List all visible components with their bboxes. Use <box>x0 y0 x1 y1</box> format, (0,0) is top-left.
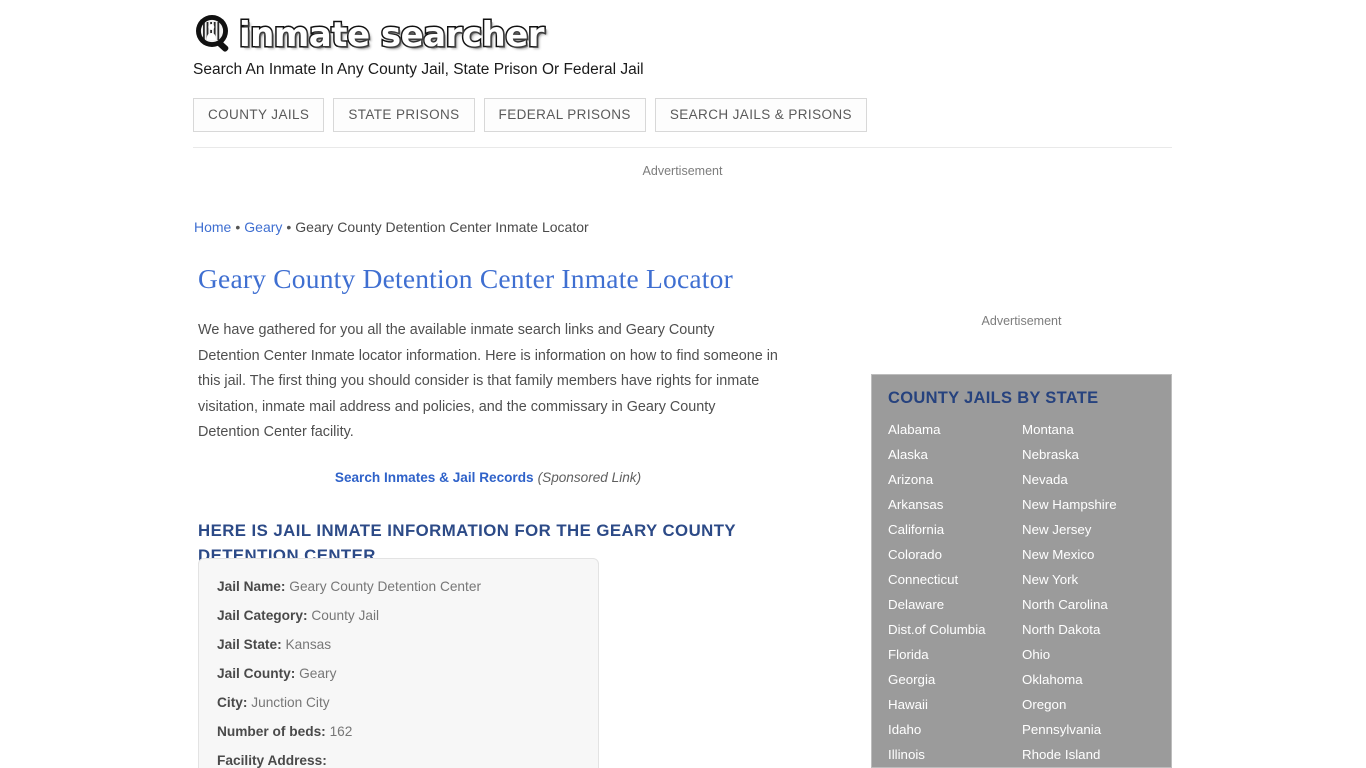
info-value: Geary <box>299 666 337 681</box>
state-link-north-carolina[interactable]: North Carolina <box>1022 592 1157 617</box>
info-label: Jail State: <box>217 637 282 652</box>
info-value: 162 <box>329 724 353 739</box>
breadcrumb-separator-2: • <box>286 219 292 235</box>
state-link-illinois[interactable]: Illinois <box>888 742 1022 767</box>
site-wordmark: inmate searcher <box>237 15 546 55</box>
state-link-idaho[interactable]: Idaho <box>888 717 1022 742</box>
page-root: inmate searcher Search An Inmate In Any … <box>0 0 1366 768</box>
nav-county-jails[interactable]: COUNTY JAILS <box>193 98 325 132</box>
state-link-ohio[interactable]: Ohio <box>1022 642 1157 667</box>
logo-row[interactable]: inmate searcher <box>193 12 1173 58</box>
info-label: Jail County: <box>217 666 296 681</box>
main-content: Geary County Detention Center Inmate Loc… <box>198 262 798 568</box>
top-advertisement-label: Advertisement <box>642 164 723 178</box>
search-inmates-records-link[interactable]: Search Inmates & Jail Records <box>335 470 534 485</box>
info-label: Number of beds: <box>217 724 326 739</box>
state-link-oregon[interactable]: Oregon <box>1022 692 1157 717</box>
info-label: Jail Name: <box>217 579 286 594</box>
breadcrumb-current: Geary County Detention Center Inmate Loc… <box>295 219 589 235</box>
state-link-florida[interactable]: Florida <box>888 642 1022 667</box>
state-link-rhode-island[interactable]: Rhode Island <box>1022 742 1157 767</box>
page-title: Geary County Detention Center Inmate Loc… <box>198 263 733 294</box>
breadcrumb: Home • Geary • Geary County Detention Center… <box>194 219 589 236</box>
state-link-nevada[interactable]: Nevada <box>1022 467 1157 492</box>
jail-info-card: Jail Name: Geary County Detention Center… <box>198 558 599 768</box>
info-value: Geary County Detention Center <box>289 579 482 594</box>
state-link-north-dakota[interactable]: North Dakota <box>1022 617 1157 642</box>
site-tagline: Search An Inmate In Any County Jail, Sta… <box>193 61 644 78</box>
state-link-dist-of-columbia[interactable]: Dist.of Columbia <box>888 617 1022 642</box>
info-label: City: <box>217 695 248 710</box>
site-header: inmate searcher Search An Inmate In Any … <box>193 12 1173 79</box>
info-row-jail-category: Jail Category: County Jail <box>217 602 580 631</box>
header-divider <box>193 147 1172 148</box>
info-row-number-of-beds: Number of beds: 162 <box>217 718 580 747</box>
info-value: County Jail <box>311 608 380 623</box>
info-row-facility-address: Facility Address: <box>217 747 580 768</box>
state-link-new-mexico[interactable]: New Mexico <box>1022 542 1157 567</box>
state-link-oklahoma[interactable]: Oklahoma <box>1022 667 1157 692</box>
state-link-nebraska[interactable]: Nebraska <box>1022 442 1157 467</box>
info-row-jail-name: Jail Name: Geary County Detention Center <box>217 573 580 602</box>
state-link-delaware[interactable]: Delaware <box>888 592 1022 617</box>
intro-paragraph: We have gathered for you all the availab… <box>198 322 778 440</box>
state-link-colorado[interactable]: Colorado <box>888 542 1022 567</box>
state-link-new-york[interactable]: New York <box>1022 567 1157 592</box>
state-link-montana[interactable]: Montana <box>1022 417 1157 442</box>
state-link-georgia[interactable]: Georgia <box>888 667 1022 692</box>
info-label: Facility Address: <box>217 753 327 768</box>
nav-federal-prisons[interactable]: FEDERAL PRISONS <box>483 98 646 132</box>
state-link-arizona[interactable]: Arizona <box>888 467 1022 492</box>
county-jails-by-state-box: COUNTY JAILS BY STATE Alabama Montana Al… <box>871 374 1172 768</box>
info-value: Junction City <box>251 695 330 710</box>
info-label: Jail Category: <box>217 608 308 623</box>
state-links-grid: Alabama Montana Alaska Nebraska Arizona … <box>888 417 1157 767</box>
state-link-new-jersey[interactable]: New Jersey <box>1022 517 1157 542</box>
state-link-arkansas[interactable]: Arkansas <box>888 492 1022 517</box>
info-row-jail-state: Jail State: Kansas <box>217 631 580 660</box>
magnifier-jail-icon <box>193 13 237 57</box>
info-value: Kansas <box>285 637 332 652</box>
info-row-jail-county: Jail County: Geary <box>217 660 580 689</box>
state-link-pennsylvania[interactable]: Pennsylvania <box>1022 717 1157 742</box>
sidebar-title: COUNTY JAILS BY STATE <box>888 389 1099 407</box>
info-row-city: City: Junction City <box>217 689 580 718</box>
breadcrumb-county-link[interactable]: Geary <box>244 219 282 235</box>
state-link-hawaii[interactable]: Hawaii <box>888 692 1022 717</box>
nav-search-jails-prisons[interactable]: SEARCH JAILS & PRISONS <box>654 98 867 132</box>
breadcrumb-separator-1: • <box>235 219 241 235</box>
sidebar-advertisement-label: Advertisement <box>981 314 1062 328</box>
state-link-alaska[interactable]: Alaska <box>888 442 1022 467</box>
state-link-california[interactable]: California <box>888 517 1022 542</box>
nav-state-prisons[interactable]: STATE PRISONS <box>333 98 475 132</box>
sponsored-link-row: Search Inmates & Jail Records (Sponsored … <box>198 468 778 488</box>
breadcrumb-home-link[interactable]: Home <box>194 219 231 235</box>
main-navigation: COUNTY JAILS STATE PRISONS FEDERAL PRISO… <box>193 98 867 132</box>
sponsored-note: (Sponsored Link) <box>537 469 642 485</box>
state-link-connecticut[interactable]: Connecticut <box>888 567 1022 592</box>
state-link-new-hampshire[interactable]: New Hampshire <box>1022 492 1157 517</box>
state-link-alabama[interactable]: Alabama <box>888 417 1022 442</box>
